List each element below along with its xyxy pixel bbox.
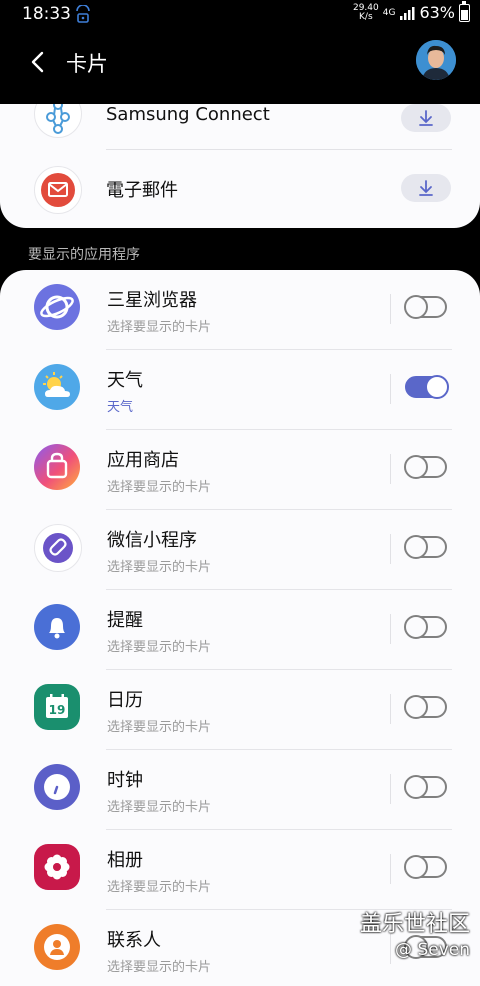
app-name: 天气: [107, 370, 143, 391]
list-item[interactable]: 天气 天气: [0, 350, 480, 430]
download-icon: [419, 110, 433, 126]
app-subtitle: 天气: [107, 400, 134, 415]
app-list-card: 三星浏览器 选择要显示的卡片 天气 天气 应用商店 选择要显示的卡片 微信小程序…: [0, 270, 480, 986]
app-subtitle: 选择要显示的卡片: [107, 880, 212, 895]
app-header: 卡片: [0, 30, 480, 94]
list-item[interactable]: 应用商店 选择要显示的卡片: [0, 430, 480, 510]
app-name: 日历: [107, 690, 143, 711]
app-subtitle: 选择要显示的卡片: [107, 560, 212, 575]
galaxy-store-icon: [34, 444, 80, 490]
calendar-day: 19: [49, 703, 66, 717]
list-item[interactable]: 微信小程序 选择要显示的卡片: [0, 510, 480, 590]
separator: [390, 774, 391, 804]
app-toggle[interactable]: [404, 615, 447, 639]
app-toggle[interactable]: [405, 375, 449, 399]
back-button[interactable]: [20, 44, 56, 80]
wechat-mini-program-icon: [34, 524, 82, 572]
calendar-icon: 19: [34, 684, 80, 730]
app-name: 应用商店: [107, 450, 179, 471]
email-icon: [34, 166, 82, 214]
battery-percent: 63%: [419, 3, 455, 22]
avatar[interactable]: [416, 40, 456, 80]
battery-icon: [459, 0, 470, 22]
app-subtitle: 选择要显示的卡片: [107, 480, 212, 495]
weather-icon: [34, 364, 80, 410]
separator: [390, 454, 391, 484]
app-name: 联系人: [107, 930, 161, 951]
list-item[interactable]: 提醒 选择要显示的卡片: [0, 590, 480, 670]
item-label: 電子郵件: [106, 180, 178, 201]
status-bar: 18:33 29.40 K/s 4G 63%: [0, 0, 480, 30]
vpn-lock-icon: [76, 5, 90, 23]
separator: [390, 614, 391, 644]
app-toggle[interactable]: [404, 455, 447, 479]
app-toggle[interactable]: [404, 855, 447, 879]
samsung-internet-icon: [34, 284, 80, 330]
samsung-connect-icon: [34, 104, 82, 138]
app-name: 相册: [107, 850, 143, 871]
app-subtitle: 选择要显示的卡片: [107, 720, 212, 735]
reminder-icon: [34, 604, 80, 650]
app-name: 时钟: [107, 770, 143, 791]
separator: [390, 534, 391, 564]
download-button[interactable]: [401, 104, 451, 132]
list-item[interactable]: 電子郵件: [0, 150, 480, 228]
list-item[interactable]: 19 日历 选择要显示的卡片: [0, 670, 480, 750]
contacts-icon: [34, 924, 80, 970]
app-toggle[interactable]: [404, 775, 447, 799]
app-toggle[interactable]: [404, 295, 447, 319]
app-name: 提醒: [107, 610, 143, 631]
list-item[interactable]: 三星浏览器 选择要显示的卡片: [0, 270, 480, 350]
app-subtitle: 选择要显示的卡片: [107, 640, 212, 655]
watermark: 盖乐世社区 @ Seven: [360, 906, 470, 960]
download-icon: [419, 180, 433, 196]
separator: [390, 294, 391, 324]
separator: [390, 854, 391, 884]
separator: [390, 374, 391, 404]
download-card: Samsung Connect 電子郵件: [0, 104, 480, 228]
status-time: 18:33: [22, 4, 71, 24]
app-subtitle: 选择要显示的卡片: [107, 960, 212, 975]
app-subtitle: 选择要显示的卡片: [107, 800, 212, 815]
signal-icon: [400, 6, 415, 20]
profile-photo-icon: [416, 40, 456, 80]
list-item[interactable]: 时钟 选择要显示的卡片: [0, 750, 480, 830]
list-item[interactable]: Samsung Connect: [0, 104, 480, 150]
app-toggle[interactable]: [404, 695, 447, 719]
section-header: 要显示的应用程序: [28, 247, 140, 263]
clock-icon: [34, 764, 80, 810]
list-item[interactable]: 相册 选择要显示的卡片: [0, 830, 480, 910]
item-label: Samsung Connect: [106, 104, 270, 125]
app-name: 三星浏览器: [107, 290, 197, 311]
separator: [390, 694, 391, 724]
app-name: 微信小程序: [107, 530, 197, 551]
download-button[interactable]: [401, 174, 451, 202]
network-speed: 29.40 K/s: [352, 2, 379, 22]
gallery-icon: [34, 844, 80, 890]
watermark-title: 盖乐世社区: [359, 912, 470, 937]
app-subtitle: 选择要显示的卡片: [107, 320, 212, 335]
app-toggle[interactable]: [404, 535, 447, 559]
page-title: 卡片: [66, 52, 108, 76]
watermark-author: @ Seven: [395, 940, 470, 960]
network-type: 4G: [382, 7, 396, 18]
